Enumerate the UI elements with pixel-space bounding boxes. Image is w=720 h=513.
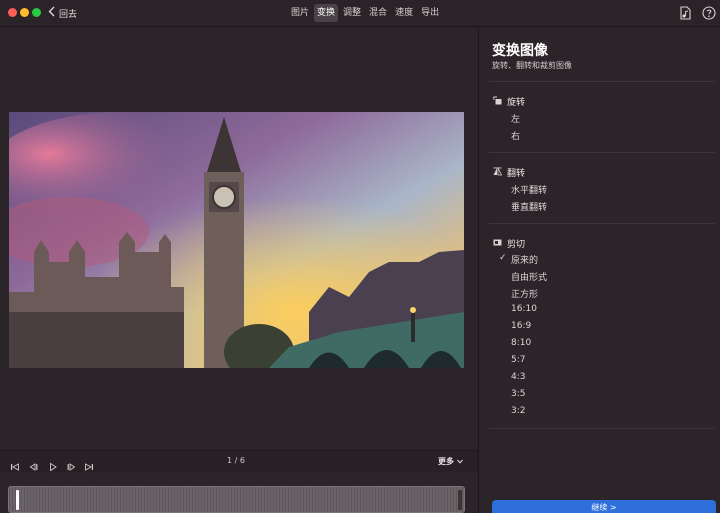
timeline-track[interactable] [8,486,465,513]
rotate-left-option[interactable]: 左 [511,112,520,125]
title-bar: 回去 图片 变换 调整 混合 速度 导出 [0,0,720,27]
crop-heading: 剪切 [507,240,526,250]
crop-4-3-option[interactable]: 4:3 [511,372,525,382]
tab-transform[interactable]: 变换 [314,4,339,22]
sidebar-title: 变换图像 [492,43,548,59]
nav-tabs: 图片 变换 调整 混合 速度 导出 [288,4,442,22]
crop-3-2-option[interactable]: 3:2 [511,406,525,416]
crop-freeform-option[interactable]: 自由形式 [511,270,547,283]
play-icon[interactable] [48,457,58,472]
step-forward-icon[interactable] [66,457,76,471]
music-file-icon[interactable] [677,5,693,21]
rotate-heading: 旋转 [507,98,526,108]
flip-section-header: 翻转 [493,166,525,179]
crop-square-option[interactable]: 正方形 [511,287,538,300]
playback-bar: 1 / 6 更多 [0,450,478,472]
help-icon[interactable] [701,5,717,21]
flip-vertical-option[interactable]: 垂直翻转 [511,200,547,213]
transform-sidebar: 变换图像 旋转、翻转和裁剪图像 旋转 左 右 翻转 水平翻转 垂直翻转 剪切 ✓… [478,28,720,513]
back-label: 回去 [59,9,78,20]
preview-image [9,112,464,368]
more-button[interactable]: 更多 [438,456,463,467]
tab-images[interactable]: 图片 [288,4,312,22]
flip-horizontal-option[interactable]: 水平翻转 [511,183,547,196]
timeline-area [0,472,478,513]
crop-icon [493,238,502,250]
flip-heading: 翻转 [507,169,526,179]
rotate-right-option[interactable]: 右 [511,129,520,142]
tab-export[interactable]: 导出 [418,4,442,22]
divider [489,81,715,82]
zoom-window-button[interactable] [32,8,41,17]
chevron-down-icon [457,457,463,466]
flip-icon [493,167,503,179]
tab-blend[interactable]: 混合 [366,4,390,22]
rotate-icon [493,96,502,108]
close-window-button[interactable] [8,8,17,17]
divider [489,152,715,153]
timeline-playhead[interactable] [16,490,19,510]
rotate-section-header: 旋转 [493,95,525,108]
step-back-icon[interactable] [29,457,39,471]
back-button[interactable]: 回去 [48,5,77,21]
chevron-left-icon [48,6,55,20]
crop-8-10-option[interactable]: 8:10 [511,338,531,348]
tab-speed[interactable]: 速度 [392,4,416,22]
minimize-window-button[interactable] [20,8,29,17]
more-label: 更多 [438,457,454,466]
page-indicator: 1 / 6 [227,456,245,465]
divider [489,428,715,429]
tab-adjust[interactable]: 调整 [340,4,364,22]
continue-button[interactable]: 继续 > [492,500,716,513]
sidebar-subtitle: 旋转、翻转和裁剪图像 [492,61,572,70]
skip-to-end-icon[interactable] [84,457,94,471]
crop-16-9-option[interactable]: 16:9 [511,321,531,331]
timeline-end-handle[interactable] [458,490,462,510]
crop-16-10-option[interactable]: 16:10 [511,304,537,314]
crop-section-header: 剪切 [493,237,525,250]
crop-original-option[interactable]: 原来的 [511,253,538,266]
crop-5-7-option[interactable]: 5:7 [511,355,525,365]
divider [489,223,715,224]
checkmark-icon: ✓ [499,253,507,263]
preview-area [0,28,478,450]
crop-3-5-option[interactable]: 3:5 [511,389,525,399]
skip-to-start-icon[interactable] [10,457,20,471]
